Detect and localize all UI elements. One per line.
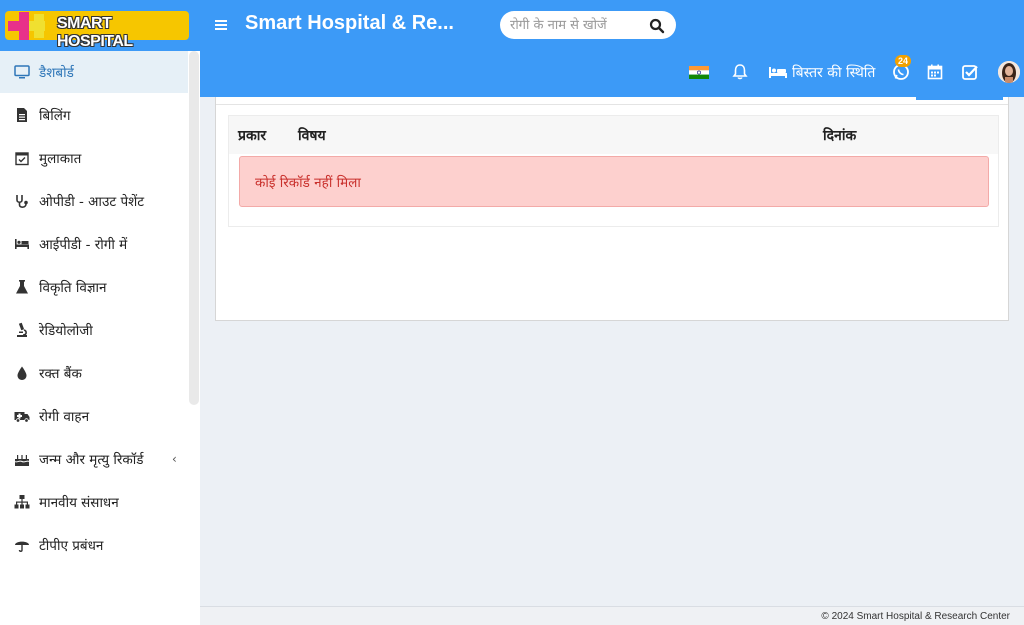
- sidebar-item-label: रक्त बैंक: [39, 366, 82, 382]
- bed-icon: [769, 67, 787, 78]
- copyright-text: © 2024 Smart Hospital & Research Center: [821, 611, 1010, 622]
- bed-icon: [15, 239, 29, 249]
- table-header-row: प्रकार विषय दिनांक: [229, 116, 998, 154]
- column-header-subject: विषय: [298, 128, 326, 144]
- sidebar-item-blood-bank[interactable]: रक्त बैंक: [0, 352, 188, 394]
- sidebar-scrollbar[interactable]: [189, 51, 199, 405]
- search-input[interactable]: [510, 15, 645, 35]
- bed-status-button[interactable]: बिस्तर की स्थिति: [768, 60, 875, 84]
- column-header-type: प्रकार: [238, 128, 267, 144]
- task-checkbox-icon[interactable]: [960, 62, 980, 82]
- stethoscope-icon: [16, 195, 28, 208]
- sidebar-item-label: रोगी वाहन: [39, 409, 90, 425]
- active-tab-indicator: [916, 97, 1003, 100]
- birthday-cake-icon: [14, 455, 30, 466]
- calendar-check-icon: [15, 152, 29, 166]
- ambulance-icon: [14, 412, 30, 423]
- calendar-icon[interactable]: [925, 62, 945, 82]
- whatsapp-badge: 24: [895, 55, 912, 67]
- search-icon[interactable]: [648, 17, 666, 35]
- document-icon: [17, 108, 27, 122]
- sidebar-item-radiology[interactable]: रेडियोलोजी: [0, 309, 188, 351]
- user-photo-icon: [998, 61, 1020, 83]
- sitemap-icon: [14, 495, 30, 509]
- sidebar-item-ambulance[interactable]: रोगी वाहन: [0, 395, 188, 437]
- microscope-icon: [17, 322, 27, 337]
- no-record-alert: कोई रिकॉर्ड नहीं मिला: [239, 156, 989, 207]
- no-record-message: कोई रिकॉर्ड नहीं मिला: [255, 175, 361, 191]
- sidebar-item-billing[interactable]: बिलिंग: [0, 94, 188, 136]
- sidebar-item-opd[interactable]: ओपीडी - आउट पेशेंट: [0, 180, 188, 222]
- content-panel: प्रकार विषय दिनांक कोई रिकॉर्ड नहीं मिला: [215, 97, 1009, 321]
- sidebar-item-label: आईपीडी - रोगी में: [39, 237, 128, 253]
- app-title: Smart Hospital & Re...: [245, 12, 454, 34]
- sidebar-item-label: बिलिंग: [39, 108, 71, 124]
- umbrella-icon: [15, 541, 29, 553]
- sidebar-item-dashboard[interactable]: डैशबोर्ड: [0, 51, 188, 93]
- footer: © 2024 Smart Hospital & Research Center: [200, 606, 1024, 625]
- sidebar-item-appointment[interactable]: मुलाकात: [0, 137, 188, 179]
- chevron-left-icon: ‹: [172, 452, 177, 466]
- sidebar-item-ipd[interactable]: आईपीडी - रोगी में: [0, 223, 188, 265]
- monitor-icon: [14, 65, 30, 79]
- sidebar-item-tpa-management[interactable]: टीपीए प्रबंधन: [0, 524, 188, 566]
- hamburger-menu-icon[interactable]: [210, 14, 232, 36]
- tab-divider: [216, 104, 1008, 105]
- sidebar-item-label: विकृति विज्ञान: [39, 280, 107, 296]
- sidebar-item-birth-death-record[interactable]: जन्म और मृत्यु रिकॉर्ड ‹: [0, 438, 188, 480]
- sidebar-item-label: रेडियोलोजी: [39, 323, 93, 339]
- flask-icon: [16, 280, 28, 294]
- india-flag-icon[interactable]: [689, 66, 709, 79]
- bell-icon[interactable]: [730, 62, 750, 82]
- sidebar-item-label: मानवीय संसाधन: [39, 495, 119, 511]
- sidebar: डैशबोर्ड बिलिंग मुलाकात ओपीडी - आउट पेशे…: [0, 51, 200, 625]
- drop-icon: [17, 366, 27, 380]
- bed-status-label: बिस्तर की स्थिति: [792, 64, 876, 81]
- patient-search: [500, 11, 676, 39]
- sidebar-item-label: मुलाकात: [39, 151, 82, 167]
- sidebar-item-label: डैशबोर्ड: [39, 65, 74, 81]
- records-table: प्रकार विषय दिनांक कोई रिकॉर्ड नहीं मिला: [228, 115, 999, 227]
- column-header-date: दिनांक: [823, 128, 857, 144]
- sidebar-item-human-resource[interactable]: मानवीय संसाधन: [0, 481, 188, 523]
- logo-text: SMART HOSPITAL: [57, 15, 133, 50]
- sidebar-item-label: टीपीए प्रबंधन: [39, 538, 104, 554]
- app-logo[interactable]: SMART HOSPITAL: [5, 11, 189, 50]
- sidebar-item-pathology[interactable]: विकृति विज्ञान: [0, 266, 188, 308]
- sidebar-item-label: ओपीडी - आउट पेशेंट: [39, 194, 145, 210]
- hospital-cross-icon: [8, 12, 45, 40]
- sidebar-item-label: जन्म और मृत्यु रिकॉर्ड: [39, 452, 144, 468]
- user-avatar[interactable]: [998, 61, 1020, 83]
